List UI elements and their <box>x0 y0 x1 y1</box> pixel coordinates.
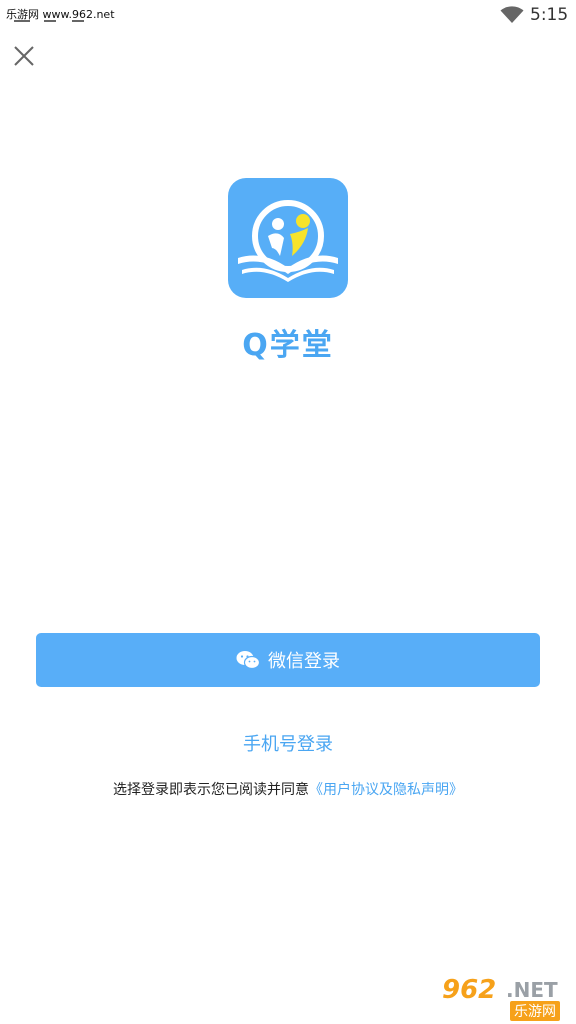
notification-indicator <box>72 20 84 22</box>
status-bar-time: 5:15 <box>530 5 569 25</box>
notification-indicator <box>14 20 30 22</box>
watermark-net: .NET <box>506 978 558 1002</box>
wechat-login-button[interactable]: 微信登录 <box>36 633 540 687</box>
app-name: Q学堂 <box>242 328 334 363</box>
book-with-people-logo <box>238 200 338 282</box>
phone-login-link[interactable]: 手机号登录 <box>0 730 576 756</box>
agreement-prefix: 选择登录即表示您已阅读并同意 <box>113 782 309 798</box>
wechat-icon <box>236 651 260 670</box>
agreement-text: 选择登录即表示您已阅读并同意《用户协议及隐私声明》 <box>0 779 576 799</box>
site-watermark: 962 .NET 乐游网 <box>438 975 570 1021</box>
status-bar: 乐游网 www.962.net 5:15 <box>0 0 576 32</box>
app-logo <box>228 178 348 298</box>
watermark-cn: 乐游网 <box>510 1001 560 1021</box>
wifi-icon <box>500 6 524 23</box>
notification-indicator <box>44 20 56 22</box>
watermark-number: 962 <box>442 975 497 1005</box>
close-icon[interactable] <box>10 42 38 70</box>
agreement-link[interactable]: 《用户协议及隐私声明》 <box>309 782 463 798</box>
wechat-login-label: 微信登录 <box>268 651 340 672</box>
